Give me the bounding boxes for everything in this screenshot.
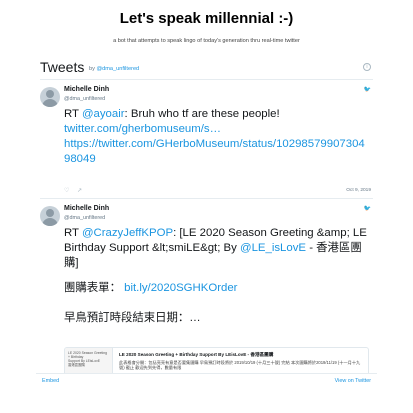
share-icon[interactable]: ↗ [77, 188, 82, 194]
thumb-line: 香港區團購 [68, 363, 85, 367]
tweet-text: RT @ayoair: Bruh who tf are these people… [64, 107, 367, 167]
author-name[interactable]: Michelle Dinh [64, 86, 109, 93]
tweet-link-short[interactable]: twitter.com/gherbomuseum/s… [64, 123, 221, 135]
mention-link-2[interactable]: @LE_isLovE [240, 242, 306, 254]
thumb-line: LE 2020 Season Greeting + Birthday [68, 351, 108, 359]
avatar[interactable] [40, 87, 60, 107]
rt-prefix: RT [64, 227, 82, 239]
tweet-text: RT @CrazyJeffKPOP: [LE 2020 Season Greet… [64, 226, 367, 271]
view-on-twitter-link[interactable]: View on Twitter [335, 378, 371, 384]
timeline-by-handle-link[interactable]: @dma_unfiltered [96, 66, 139, 72]
like-icon[interactable]: ♡ [64, 188, 69, 194]
author-handle[interactable]: @dma_unfiltered [64, 215, 105, 221]
rt-prefix: RT [64, 108, 82, 120]
embed-link[interactable]: Embed [42, 378, 59, 384]
tweet[interactable]: Michelle Dinh @dma_unfiltered 🐦 RT @ayoa… [40, 80, 373, 199]
page-title: Let's speak millennial :-) [119, 10, 294, 27]
author-handle[interactable]: @dma_unfiltered [64, 96, 105, 102]
mention-link[interactable]: @CrazyJeffKPOP [82, 227, 173, 239]
tweet-link-full[interactable]: https://twitter.com/GHerboMuseum/status/… [64, 138, 365, 165]
tweet-actions: ♡ ↗ [64, 187, 88, 194]
card-title: LE 2020 Season Greeting + Birthday Suppo… [119, 352, 274, 357]
order-link[interactable]: bit.ly/2020SGHKOrder [124, 282, 237, 294]
order-label: 團購表單： [64, 282, 121, 294]
timeline-title: Tweets [40, 59, 85, 75]
card-description: 此表格會分開：包括亮亮有意是否要集團購 早鳥預訂時段將於 2019/10/19 … [119, 360, 361, 371]
tweet-paragraph-deadline: 早鳥預訂時段結束日期：… [64, 312, 201, 324]
mention-link[interactable]: @ayoair [82, 108, 125, 120]
page-subtitle: a bot that attempts to speak lingo of to… [113, 38, 300, 44]
tweet-paragraph-order: 團購表單： bit.ly/2020SGHKOrder [64, 281, 367, 296]
timeline-header: Tweets by @dma_unfiltered i [40, 56, 373, 80]
info-icon[interactable]: i [363, 63, 371, 71]
timeline-by-prefix: by [89, 66, 95, 72]
timeline-footer: Embed View on Twitter [36, 373, 377, 387]
twitter-bird-icon[interactable]: 🐦 [364, 86, 371, 93]
twitter-timeline: Tweets by @dma_unfiltered i Michelle Din… [36, 52, 377, 387]
tweet[interactable]: Michelle Dinh @dma_unfiltered 🐦 RT @Craz… [40, 199, 373, 387]
author-name[interactable]: Michelle Dinh [64, 205, 109, 212]
tweet-date[interactable]: Oct 9, 2019 [346, 188, 371, 193]
twitter-bird-icon[interactable]: 🐦 [364, 205, 371, 212]
avatar[interactable] [40, 206, 60, 226]
tweet-body: : Bruh who tf are these people! [124, 108, 280, 120]
timeline-by: by @dma_unfiltered [89, 66, 139, 72]
